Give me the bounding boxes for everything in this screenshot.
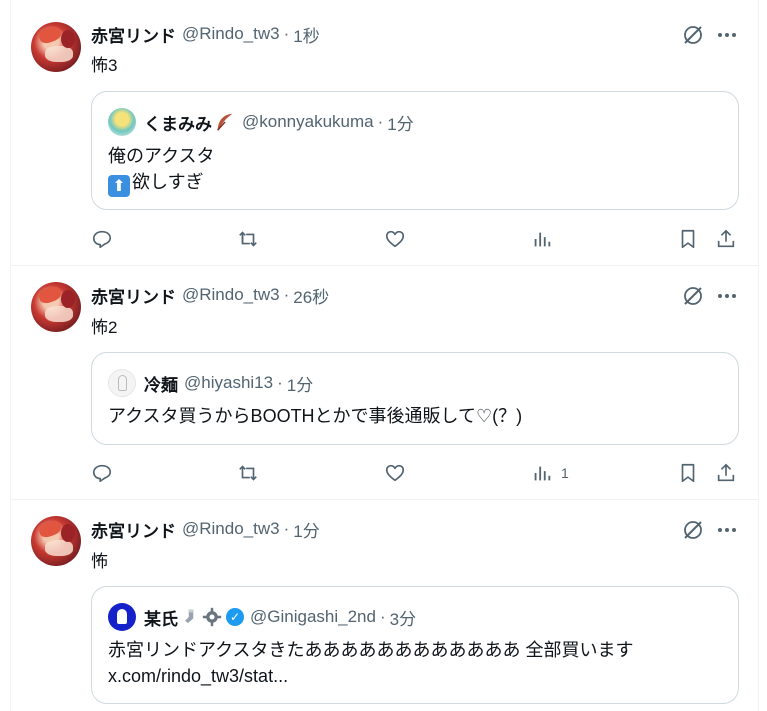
views-button[interactable] [531,227,553,251]
display-name[interactable]: 赤宮リンド [91,517,176,542]
avatar[interactable] [31,282,81,332]
share-icon [717,229,735,248]
reply-icon [92,464,112,483]
quoted-post[interactable]: 某氏 ✓ @Ginigashi_2nd · 3分 赤宮リンドアクスタきたああああ… [91,586,739,704]
quote-line: ⬆ 欲しすぎ [108,169,215,197]
repost-button[interactable] [237,461,259,485]
bookmark-button[interactable] [677,461,699,485]
quote-timestamp: 3分 [389,609,417,629]
views-icon [534,232,551,247]
quote-link[interactable]: x.com/rindo_tw3/stat... [108,663,634,689]
quote-text: アクスタ買うからBOOTHとかで事後通販して♡(？) [108,403,522,429]
quote-display-name: 冷麺 [144,375,178,395]
more-icon[interactable] [715,284,739,308]
quote-line: 赤宮リンドアクスタきたああああああああああああ 全部買います [108,640,634,660]
avatar[interactable] [31,22,81,72]
quote-display-name: 某氏 [144,609,178,629]
quote-header: くまみみ @konnyakukuma · 1分 [108,108,414,136]
like-button[interactable] [384,461,406,485]
feather-icon [217,113,233,131]
repost-icon [239,231,257,247]
quote-handle: @hiyashi13 [184,373,274,392]
quote-timestamp: 1分 [387,114,414,134]
separator-dot: · [377,112,384,131]
reply-button[interactable] [91,227,113,251]
views-icon [534,466,551,481]
post-text: 怖2 [91,318,118,337]
timestamp[interactable]: 26秒 [293,283,329,308]
timeline-feed: 赤宮リンド @Rindo_tw3 · 1秒 怖3 くまみみ @konnyakuk… [0,0,767,711]
separator-dot: · [283,24,290,43]
quote-avatar [108,108,136,136]
post-text: 怖 [91,552,108,571]
share-button[interactable] [715,227,737,251]
reply-button[interactable] [91,461,113,485]
quote-handle: @Ginigashi_2nd [250,607,376,626]
verified-badge-icon: ✓ [226,608,244,626]
quote-header: 某氏 ✓ @Ginigashi_2nd · 3分 [108,603,417,631]
up-arrow-emoji: ⬆ [108,175,130,197]
grok-icon[interactable] [681,284,705,308]
post-text: 怖3 [91,56,118,75]
quote-handle: @konnyakukuma [242,112,374,131]
quote-avatar [108,369,136,397]
quote-line: 俺のアクスタ [108,146,215,166]
display-name[interactable]: 赤宮リンド [91,22,176,47]
quote-timestamp: 1分 [286,375,314,395]
reply-icon [92,230,112,249]
separator-dot: · [277,373,283,392]
quoted-post[interactable]: くまみみ @konnyakukuma · 1分 俺のアクスタ ⬆ 欲しすぎ [91,91,739,210]
grok-icon[interactable] [681,518,705,542]
post-header: 赤宮リンド @Rindo_tw3 · 26秒 [91,283,329,308]
more-icon[interactable] [715,23,739,47]
quote-text: 俺のアクスタ ⬆ 欲しすぎ [108,143,215,197]
timestamp[interactable]: 1分 [293,517,319,542]
post[interactable]: 赤宮リンド @Rindo_tw3 · 26秒 怖2 冷麺 @hiyashi13 … [11,265,758,499]
quote-avatar [108,603,136,631]
bookmark-icon [681,229,695,249]
repost-button[interactable] [237,227,259,251]
post-header: 赤宮リンド @Rindo_tw3 · 1秒 [91,22,320,47]
quote-line: アクスタ買うからBOOTHとかで事後通販して♡(？) [108,406,523,426]
share-icon [717,463,735,482]
like-icon [385,230,405,248]
like-button[interactable] [384,227,406,251]
views-count: 1 [561,465,569,481]
timestamp[interactable]: 1秒 [293,22,319,47]
quoted-post[interactable]: 冷麺 @hiyashi13 · 1分 アクスタ買うからBOOTHとかで事後通販し… [91,352,739,445]
separator-dot: · [283,285,290,304]
display-name[interactable]: 赤宮リンド [91,283,176,308]
more-icon[interactable] [715,518,739,542]
quote-display-name: くまみみ [144,114,212,134]
post-header: 赤宮リンド @Rindo_tw3 · 1分 [91,517,320,542]
user-handle[interactable]: @Rindo_tw3 [182,519,280,539]
user-handle[interactable]: @Rindo_tw3 [182,285,280,305]
grok-icon[interactable] [681,23,705,47]
quote-header: 冷麺 @hiyashi13 · 1分 [108,369,314,397]
gear-icon [202,607,222,627]
like-icon [385,464,405,482]
post[interactable]: 赤宮リンド @Rindo_tw3 · 1秒 怖3 くまみみ @konnyakuk… [11,0,758,265]
views-button[interactable]: 1 [531,461,569,485]
repost-icon [239,465,257,481]
avatar[interactable] [31,516,81,566]
post-actions [91,227,741,251]
post[interactable]: 赤宮リンド @Rindo_tw3 · 1分 怖 某氏 ✓ @Ginigashi_… [11,499,758,711]
user-handle[interactable]: @Rindo_tw3 [182,24,280,44]
sock-icon [185,609,194,623]
bookmark-button[interactable] [677,227,699,251]
bookmark-icon [681,463,695,483]
post-actions: 1 [91,461,741,485]
quote-text: 赤宮リンドアクスタきたああああああああああああ 全部買います x.com/rin… [108,637,634,689]
separator-dot: · [379,607,386,626]
share-button[interactable] [715,461,737,485]
separator-dot: · [283,519,290,538]
